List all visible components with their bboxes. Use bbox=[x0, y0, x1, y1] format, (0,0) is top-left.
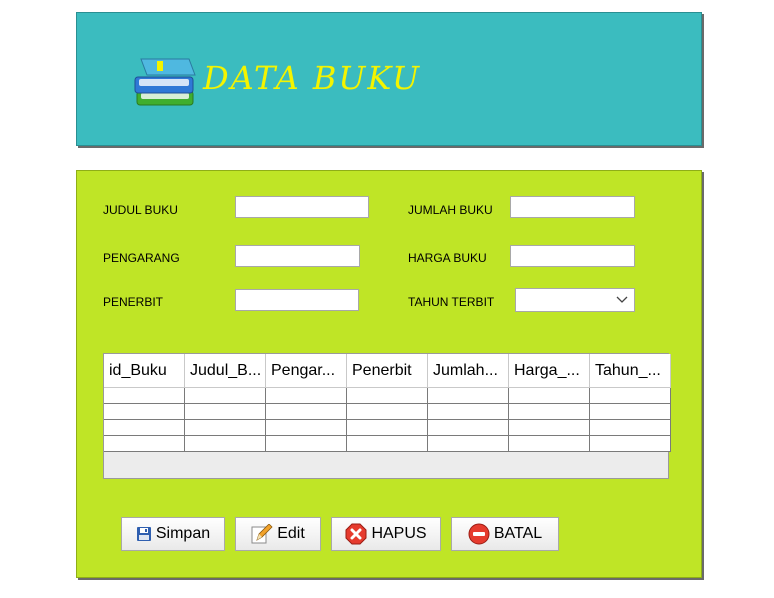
table-cell[interactable] bbox=[104, 404, 185, 420]
column-header-pengarang[interactable]: Pengar... bbox=[266, 354, 347, 388]
table-cell[interactable] bbox=[509, 404, 590, 420]
judul-buku-input[interactable] bbox=[235, 196, 369, 218]
table-cell[interactable] bbox=[104, 420, 185, 436]
column-header-jumlah[interactable]: Jumlah... bbox=[428, 354, 509, 388]
table-row[interactable] bbox=[104, 436, 671, 452]
pengarang-input[interactable] bbox=[235, 245, 360, 267]
column-header-harga[interactable]: Harga_... bbox=[509, 354, 590, 388]
delete-x-icon bbox=[345, 523, 367, 545]
table-cell[interactable] bbox=[590, 420, 671, 436]
hapus-button[interactable]: HAPUS bbox=[331, 517, 441, 551]
table-cell[interactable] bbox=[266, 420, 347, 436]
table-cell[interactable] bbox=[428, 388, 509, 404]
form-panel: JUDUL BUKU JUMLAH BUKU PENGARANG HARGA B… bbox=[76, 170, 702, 578]
table-cell[interactable] bbox=[266, 388, 347, 404]
header-panel: DATA BUKU bbox=[76, 12, 702, 146]
hapus-button-label: HAPUS bbox=[371, 525, 427, 542]
jumlah-buku-input[interactable] bbox=[510, 196, 635, 218]
floppy-disk-icon bbox=[136, 527, 151, 541]
table-header: id_Buku Judul_B... Pengar... Penerbit Ju… bbox=[104, 354, 671, 388]
table-cell[interactable] bbox=[347, 404, 428, 420]
chevron-down-icon bbox=[616, 296, 628, 303]
column-header-tahun[interactable]: Tahun_... bbox=[590, 354, 671, 388]
table-cell[interactable] bbox=[347, 388, 428, 404]
tahun-terbit-label: TAHUN TERBIT bbox=[408, 295, 495, 309]
table-cell[interactable] bbox=[266, 404, 347, 420]
penerbit-input[interactable] bbox=[235, 289, 359, 311]
table-cell[interactable] bbox=[509, 420, 590, 436]
table-row[interactable] bbox=[104, 404, 671, 420]
simpan-button-label: Simpan bbox=[155, 525, 211, 542]
table-cell[interactable] bbox=[590, 436, 671, 452]
table-cell[interactable] bbox=[185, 436, 266, 452]
table-cell[interactable] bbox=[590, 388, 671, 404]
table-cell[interactable] bbox=[509, 388, 590, 404]
tahun-terbit-select[interactable] bbox=[515, 288, 635, 312]
table-cell[interactable] bbox=[185, 388, 266, 404]
penerbit-label: PENERBIT bbox=[103, 295, 164, 309]
table-cell[interactable] bbox=[509, 436, 590, 452]
table-cell[interactable] bbox=[185, 420, 266, 436]
column-header-penerbit[interactable]: Penerbit bbox=[347, 354, 428, 388]
books-table[interactable]: id_Buku Judul_B... Pengar... Penerbit Ju… bbox=[103, 353, 671, 479]
batal-button[interactable]: BATAL bbox=[451, 517, 559, 551]
edit-button-label: Edit bbox=[277, 525, 305, 542]
column-header-id-buku[interactable]: id_Buku bbox=[104, 354, 185, 388]
batal-button-label: BATAL bbox=[493, 525, 543, 542]
table-cell[interactable] bbox=[185, 404, 266, 420]
table-cell[interactable] bbox=[347, 436, 428, 452]
table-cell[interactable] bbox=[428, 420, 509, 436]
harga-buku-label: HARGA BUKU bbox=[408, 251, 487, 265]
edit-pencil-icon bbox=[251, 524, 273, 544]
jumlah-buku-label: JUMLAH BUKU bbox=[408, 203, 493, 217]
table-cell[interactable] bbox=[347, 420, 428, 436]
edit-button[interactable]: Edit bbox=[235, 517, 321, 551]
table-row[interactable] bbox=[104, 420, 671, 436]
table-cell[interactable] bbox=[104, 388, 185, 404]
judul-buku-label: JUDUL BUKU bbox=[103, 203, 178, 217]
page-title: DATA BUKU bbox=[203, 59, 422, 97]
table-cell[interactable] bbox=[104, 436, 185, 452]
table-cell[interactable] bbox=[266, 436, 347, 452]
column-header-judul-buku[interactable]: Judul_B... bbox=[185, 354, 266, 388]
books-icon bbox=[134, 58, 196, 106]
table-cell[interactable] bbox=[428, 404, 509, 420]
table-cell[interactable] bbox=[590, 404, 671, 420]
harga-buku-input[interactable] bbox=[510, 245, 635, 267]
simpan-button[interactable]: Simpan bbox=[121, 517, 225, 551]
cancel-icon bbox=[468, 523, 490, 545]
table-cell[interactable] bbox=[428, 436, 509, 452]
table-row[interactable] bbox=[104, 388, 671, 404]
pengarang-label: PENGARANG bbox=[103, 251, 180, 265]
